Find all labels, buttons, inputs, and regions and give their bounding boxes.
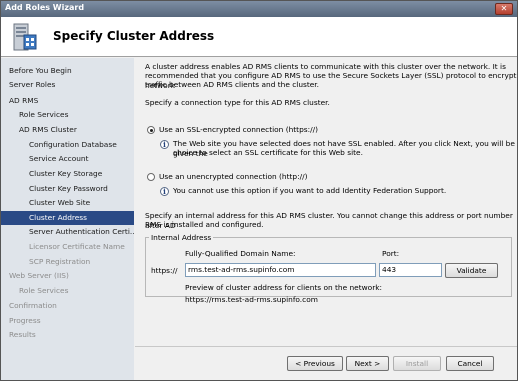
- nav-item-service-account[interactable]: Service Account: [1, 152, 134, 166]
- validate-button[interactable]: Validate: [445, 263, 498, 278]
- nav-item-confirmation: Confirmation: [9, 301, 57, 310]
- info-icon: i: [160, 140, 169, 149]
- server-role-icon: [13, 23, 37, 51]
- wizard-header: Specify Cluster Address: [1, 17, 517, 57]
- add-roles-wizard-window: Add Roles Wizard ✕ Specify Cluster Addre…: [0, 0, 518, 381]
- fqdn-label: Fully-Qualified Domain Name:: [185, 249, 296, 258]
- nav-item-before-you-begin[interactable]: Before You Begin: [1, 64, 134, 78]
- install-button: Install: [393, 356, 441, 371]
- nav-item-cluster-key-password[interactable]: Cluster Key Password: [1, 182, 134, 196]
- window-title: Add Roles Wizard: [5, 3, 85, 12]
- cancel-button[interactable]: Cancel: [446, 356, 494, 371]
- nav-item-licensor-certificate-name: Licensor Certificate Name: [29, 242, 125, 251]
- internal-address-group-label: Internal Address: [149, 233, 214, 242]
- nav-item-results: Results: [9, 330, 36, 339]
- nav-item-web-server-iis: Web Server (IIS): [9, 271, 69, 280]
- preview-label: Preview of cluster address for clients o…: [185, 283, 383, 292]
- info-icon: i: [160, 187, 169, 196]
- port-input[interactable]: 443: [379, 263, 442, 277]
- previous-button[interactable]: < Previous: [287, 356, 343, 371]
- footer-divider: [135, 346, 517, 347]
- preview-address: https://rms.test-ad-rms.supinfo.com: [185, 295, 318, 304]
- port-label: Port:: [382, 249, 400, 258]
- scheme-label: https://: [151, 266, 178, 275]
- http-connection-radio[interactable]: [147, 173, 155, 181]
- intro-line-3: traffic between AD RMS clients and the c…: [145, 80, 320, 89]
- page-title: Specify Cluster Address: [53, 29, 215, 43]
- nav-item-iis-role-services: Role Services: [19, 286, 69, 295]
- nav-item-server-authentication-certificate[interactable]: Server Authentication Certi...: [1, 225, 134, 239]
- http-connection-label[interactable]: Use an unencrypted connection (http://): [159, 172, 307, 182]
- wizard-navigation: Before You Begin Server Roles AD RMS Rol…: [1, 58, 134, 380]
- wizard-content: A cluster address enables AD RMS clients…: [135, 58, 517, 380]
- nav-item-ad-rms[interactable]: AD RMS: [1, 94, 134, 108]
- ssl-connection-label[interactable]: Use an SSL-encrypted connection (https:/…: [159, 125, 318, 135]
- nav-item-cluster-key-storage[interactable]: Cluster Key Storage: [1, 167, 134, 181]
- nav-item-scp-registration: SCP Registration: [29, 257, 91, 266]
- address-prompt-line-2: RMS is installed and configured.: [145, 220, 264, 229]
- ssl-connection-radio[interactable]: [147, 126, 155, 134]
- http-info-text: You cannot use this option if you want t…: [173, 186, 447, 195]
- connection-type-prompt: Specify a connection type for this AD RM…: [145, 98, 330, 107]
- nav-item-role-services[interactable]: Role Services: [1, 108, 134, 122]
- ssl-info-line-2: choice to select an SSL certificate for …: [173, 148, 363, 157]
- nav-item-cluster-web-site[interactable]: Cluster Web Site: [1, 196, 134, 210]
- nav-item-ad-rms-cluster[interactable]: AD RMS Cluster: [1, 123, 134, 137]
- close-icon[interactable]: ✕: [495, 3, 513, 15]
- title-bar[interactable]: Add Roles Wizard ✕: [1, 1, 517, 17]
- next-button[interactable]: Next >: [346, 356, 389, 371]
- nav-item-server-roles[interactable]: Server Roles: [1, 78, 134, 92]
- nav-item-progress: Progress: [9, 316, 41, 325]
- nav-item-cluster-address[interactable]: Cluster Address: [1, 211, 134, 225]
- fqdn-input[interactable]: rms.test-ad-rms.supinfo.com: [185, 263, 376, 277]
- nav-item-configuration-database[interactable]: Configuration Database: [1, 138, 134, 152]
